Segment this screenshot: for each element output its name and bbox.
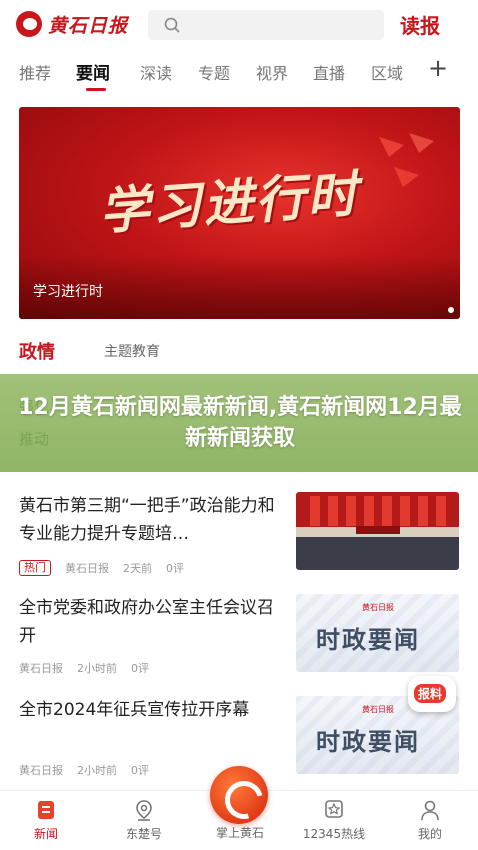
carousel-dot[interactable]	[448, 307, 454, 313]
thumbnail-brand: 黄石日报	[362, 603, 394, 612]
article-time: 2天前	[123, 562, 152, 575]
news-icon	[38, 801, 54, 819]
user-icon	[421, 800, 439, 821]
thumbnail-text: 时政要闻	[316, 727, 420, 756]
search-icon	[164, 17, 180, 33]
channel-tabs: 推荐 要闻 深读 专题 视界 直播 区域 +	[0, 52, 478, 94]
article-time: 2小时前	[77, 662, 117, 675]
article-thumbnail[interactable]: 黄石日报 时政要闻	[296, 594, 459, 672]
app-logo[interactable]: 黄石日报	[16, 9, 128, 39]
article-meta: 黄石日报 2小时前 0评	[19, 762, 163, 778]
nav-news[interactable]: 新闻	[6, 791, 86, 850]
nav-label: 12345热线	[302, 827, 366, 841]
nav-hotline[interactable]: 12345热线	[294, 791, 374, 850]
article-title[interactable]: 全市2024年征兵宣传拉开序幕	[19, 696, 279, 724]
nav-dongchu[interactable]: 东楚号	[104, 791, 184, 850]
nav-label: 东楚号	[125, 827, 162, 841]
tab-vision[interactable]: 视界	[256, 60, 288, 84]
location-icon	[136, 800, 152, 821]
add-channel-icon[interactable]: +	[428, 54, 448, 82]
article-comments: 0评	[166, 562, 184, 575]
banner-artwork-text: 学习进行时	[97, 163, 361, 241]
star-chat-icon	[325, 800, 343, 818]
nav-profile[interactable]: 我的	[390, 791, 470, 850]
hot-badge: 热门	[19, 560, 51, 576]
nav-label: 我的	[417, 827, 442, 841]
report-label: 报料	[414, 684, 447, 703]
article-source: 黄石日报	[19, 662, 63, 675]
tab-headlines[interactable]: 要闻	[76, 59, 110, 84]
tab-recommend[interactable]: 推荐	[19, 60, 51, 84]
search-input[interactable]	[148, 10, 384, 40]
article-source: 黄石日报	[19, 764, 63, 777]
section-subtitle[interactable]: 主题教育	[104, 341, 160, 361]
flags-icon	[310, 496, 446, 526]
thumbnail-brand: 黄石日报	[362, 705, 394, 714]
tab-live[interactable]: 直播	[313, 60, 345, 84]
nav-label-center[interactable]: 掌上黄石	[200, 824, 280, 841]
banner-caption: 学习进行时	[33, 284, 103, 300]
thumbnail-text: 时政要闻	[316, 625, 420, 654]
article-source: 黄石日报	[65, 562, 109, 575]
article-title[interactable]: 全市党委和政府办公室主任会议召开	[19, 594, 279, 650]
overlay-title: 12月黄石新闻网最新新闻,黄石新闻网12月最新新闻获取	[18, 395, 462, 451]
article-title[interactable]: 黄石市第三期“一把手”政治能力和专业能力提升专题培…	[19, 492, 279, 548]
tab-topics[interactable]: 专题	[198, 60, 230, 84]
article-thumbnail[interactable]	[296, 492, 459, 570]
tab-region[interactable]: 区域	[371, 60, 403, 84]
logo-text: 黄石日报	[48, 14, 129, 37]
logo-mark-icon	[16, 11, 42, 37]
section-title[interactable]: 政情	[19, 338, 55, 364]
active-tab-indicator	[86, 88, 106, 91]
carousel-banner[interactable]: 学习进行时 学习进行时	[19, 107, 460, 319]
article-meta: 黄石日报 2小时前 0评	[19, 660, 163, 676]
article-title-overlay[interactable]: 12月黄石新闻网最新新闻,黄石新闻网12月最新新闻获取	[0, 374, 478, 472]
top-bar: 黄石日报 读报	[0, 0, 478, 48]
article-comments: 0评	[131, 662, 149, 675]
tab-deep-read[interactable]: 深读	[140, 60, 172, 84]
article-time: 2小时前	[77, 764, 117, 777]
report-button[interactable]: 报料	[408, 672, 458, 716]
nav-label: 新闻	[33, 827, 58, 841]
stage-icon	[356, 526, 400, 534]
center-home-button[interactable]	[210, 766, 268, 824]
article-comments: 0评	[131, 764, 149, 777]
article-meta: 热门 黄石日报 2天前 0评	[19, 560, 198, 576]
read-paper-button[interactable]: 读报	[400, 10, 440, 39]
flags-decoration-icon	[379, 133, 434, 187]
